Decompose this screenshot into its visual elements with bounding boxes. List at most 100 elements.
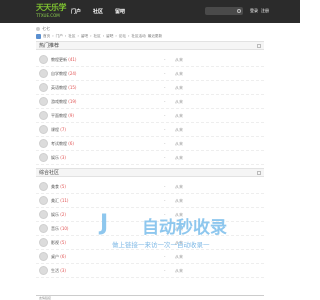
- forum-dash: -: [164, 71, 166, 76]
- forum-row[interactable]: 游戏教程 (19) - 从来: [36, 95, 264, 109]
- forum-row[interactable]: 娱乐 (3) - 从来: [36, 151, 264, 165]
- forum-last-post[interactable]: 从来: [175, 184, 183, 189]
- breadcrumb-item[interactable]: 留吧: [106, 34, 113, 39]
- forum-name[interactable]: 影视: [51, 240, 59, 245]
- home-icon[interactable]: [36, 33, 41, 39]
- forum-name[interactable]: 娱乐: [51, 155, 59, 160]
- forum-dash: -: [164, 198, 166, 203]
- forum-name[interactable]: 游戏教程: [51, 99, 67, 104]
- forum-row[interactable]: 美汇 (11) - 从来: [36, 194, 264, 208]
- section-title: 热门推荐: [39, 43, 60, 49]
- forum-name[interactable]: 美食: [51, 184, 59, 189]
- forum-icon: [39, 224, 48, 233]
- forum-name[interactable]: 考试教程: [51, 141, 67, 146]
- forum-name[interactable]: 音乐: [51, 226, 59, 231]
- forum-last-post[interactable]: 从来: [175, 268, 183, 273]
- forum-count: (10): [60, 226, 69, 231]
- forum-dash: -: [164, 57, 166, 62]
- forum-count: (2): [60, 212, 66, 217]
- forum-row[interactable]: 教程更新 (41) - 从来: [36, 53, 264, 67]
- forum-count: (6): [60, 254, 66, 259]
- forum-count: (5): [60, 184, 66, 189]
- forum-name[interactable]: 生活: [51, 268, 59, 273]
- forum-count: (7): [60, 127, 66, 132]
- forum-icon: [39, 111, 48, 120]
- forum-row[interactable]: 美食 (5) - 从来: [36, 180, 264, 194]
- breadcrumb-item[interactable]: 论坛: [119, 34, 126, 39]
- nav-item-community[interactable]: 社区: [87, 0, 109, 23]
- forum-count: (15): [68, 85, 77, 90]
- forum-row[interactable]: 考试教程 (6) - 从来: [36, 137, 264, 151]
- forum-row[interactable]: 英语教程 (15) - 从来: [36, 81, 264, 95]
- forum-row[interactable]: 平面教程 (9) - 从来: [36, 109, 264, 123]
- top-navbar: 天天乐学 TTXUE.COM 门户 社区 留吧 登录 注册: [0, 0, 300, 23]
- watermark-title: 自动秒收录: [142, 218, 227, 238]
- collapse-icon[interactable]: [257, 171, 261, 175]
- forum-name[interactable]: 桌户: [51, 254, 59, 259]
- forum-last-post[interactable]: 从来: [175, 155, 183, 160]
- forum-last-post[interactable]: 从来: [175, 99, 183, 104]
- forum-last-post[interactable]: 从来: [175, 71, 183, 76]
- forum-icon: [39, 83, 48, 92]
- forum-name[interactable]: 课程: [51, 127, 59, 132]
- forum-last-post[interactable]: 从来: [175, 141, 183, 146]
- forum-icon: [39, 153, 48, 162]
- section-header-community: 综合社区: [36, 168, 264, 177]
- forum-last-post[interactable]: 从来: [175, 113, 183, 118]
- forum-icon: [39, 210, 48, 219]
- forum-last-post[interactable]: 从来: [175, 127, 183, 132]
- nav-item-portal[interactable]: 门户: [65, 0, 87, 23]
- breadcrumb-item[interactable]: 社区: [68, 34, 75, 39]
- forum-name[interactable]: 美汇: [51, 198, 59, 203]
- forum-dash: -: [164, 155, 166, 160]
- forum-row[interactable]: 课程 (7) - 从来: [36, 123, 264, 137]
- forum-row[interactable]: 自学教程 (24) - 从来: [36, 67, 264, 81]
- forum-last-post[interactable]: 从来: [175, 85, 183, 90]
- main-nav: 门户 社区 留吧: [65, 0, 131, 23]
- forum-icon: [39, 55, 48, 64]
- breadcrumb-item[interactable]: 社区活动: [131, 34, 145, 39]
- forum-icon: [39, 182, 48, 191]
- forum-dash: -: [164, 127, 166, 132]
- watermark-logo: J 自动秒收录 做上链接一来访一次一自动收录一: [100, 209, 270, 261]
- forum-count: (41): [68, 57, 77, 62]
- watermark-subtitle: 做上链接一来访一次一自动收录一: [112, 241, 210, 249]
- avatar[interactable]: [36, 27, 40, 31]
- breadcrumb-item[interactable]: 最近更新: [148, 34, 162, 39]
- search-icon[interactable]: [237, 9, 241, 13]
- forum-name[interactable]: 英语教程: [51, 85, 67, 90]
- logo-title: 天天乐学: [36, 3, 67, 12]
- forum-count: (11): [60, 198, 69, 203]
- forum-count: (5): [60, 240, 66, 245]
- forum-icon: [39, 97, 48, 106]
- forum-name[interactable]: 娱乐: [51, 212, 59, 217]
- forum-count: (3): [60, 268, 66, 273]
- login-link[interactable]: 登录: [250, 7, 258, 15]
- breadcrumb-item[interactable]: 留吧: [81, 34, 88, 39]
- collapse-icon[interactable]: [257, 44, 261, 48]
- site-logo[interactable]: 天天乐学 TTXUE.COM: [36, 3, 67, 20]
- breadcrumb-item[interactable]: 社区: [94, 34, 101, 39]
- section-header-hot: 热门推荐: [36, 41, 264, 50]
- search-input[interactable]: [205, 7, 243, 15]
- register-link[interactable]: 注册: [261, 7, 269, 15]
- forum-dash: -: [164, 141, 166, 146]
- breadcrumb-item[interactable]: 首页: [43, 34, 50, 39]
- breadcrumb-item[interactable]: 门户: [56, 34, 63, 39]
- forum-count: (24): [68, 71, 77, 76]
- forum-dash: -: [164, 113, 166, 118]
- forum-dash: -: [164, 268, 166, 273]
- forum-count: (6): [68, 141, 74, 146]
- forum-icon: [39, 266, 48, 275]
- breadcrumb: 首页 › 门户 › 社区 › 留吧 › 社区 › 留吧 › 论坛 › 社区活动 最近更新: [36, 32, 264, 40]
- nav-item-board[interactable]: 留吧: [109, 0, 131, 23]
- forum-name[interactable]: 平面教程: [51, 113, 67, 118]
- forum-dash: -: [164, 85, 166, 90]
- footer-label: 友情链接: [39, 296, 52, 300]
- forum-last-post[interactable]: 从来: [175, 198, 183, 203]
- forum-row[interactable]: 生活 (3) - 从来: [36, 264, 264, 278]
- forum-name[interactable]: 教程更新: [51, 57, 67, 62]
- forum-name[interactable]: 自学教程: [51, 71, 67, 76]
- forum-count: (19): [68, 99, 77, 104]
- forum-last-post[interactable]: 从来: [175, 57, 183, 62]
